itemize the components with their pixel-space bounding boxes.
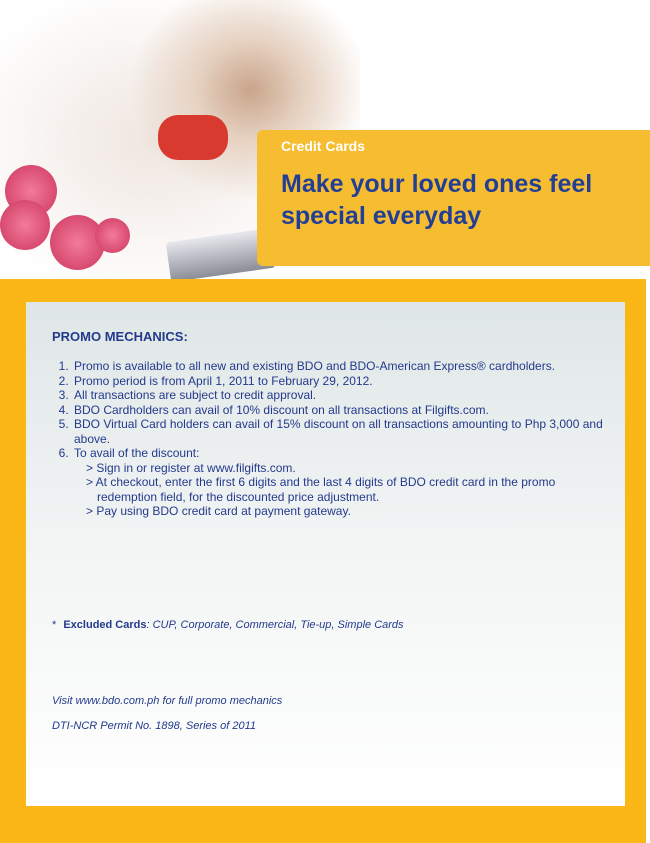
section-label: Credit Cards: [281, 138, 366, 154]
promo-item: BDO Cardholders can avail of 10% discoun…: [72, 403, 612, 418]
promo-panel: PROMO MECHANICS: Promo is available to a…: [26, 302, 625, 806]
promo-list: Promo is available to all new and existi…: [52, 359, 612, 519]
excluded-label: Excluded Cards: [63, 619, 147, 631]
asterisk: *: [52, 619, 57, 631]
gift-box-image: [158, 115, 228, 160]
step-item: > Sign in or register at www.filgifts.co…: [86, 460, 296, 475]
promo-item: Promo period is from April 1, 2011 to Fe…: [72, 374, 612, 389]
visit-note: Visit www.bdo.com.ph for full promo mech…: [52, 695, 283, 707]
step-item: > Pay using BDO credit card at payment g…: [86, 504, 351, 518]
promo-frame: PROMO MECHANICS: Promo is available to a…: [0, 279, 646, 843]
steps-list: > Sign in or register at www.filgifts.co…: [74, 461, 612, 519]
promo-item-text: To avail of the discount:: [74, 446, 200, 460]
promo-heading: PROMO MECHANICS:: [52, 329, 188, 344]
headline-box: Credit Cards Make your loved ones feel s…: [257, 130, 650, 266]
promo-item: BDO Virtual Card holders can avail of 15…: [72, 417, 612, 446]
excluded-value: : CUP, Corporate, Commercial, Tie-up, Si…: [146, 619, 404, 631]
promo-item: To avail of the discount: > Sign in or r…: [72, 446, 612, 519]
promo-item: Promo is available to all new and existi…: [72, 359, 612, 374]
excluded-cards-note: * Excluded Cards: CUP, Corporate, Commer…: [52, 619, 404, 631]
step-item: > At checkout, enter the first 6 digits …: [86, 475, 556, 504]
rose-image: [95, 218, 130, 253]
permit-note: DTI-NCR Permit No. 1898, Series of 2011: [52, 720, 256, 732]
hero-banner: Credit Cards Make your loved ones feel s…: [0, 0, 650, 279]
promo-item: All transactions are subject to credit a…: [72, 388, 612, 403]
headline: Make your loved ones feel special everyd…: [281, 170, 593, 230]
rose-image: [0, 200, 50, 250]
